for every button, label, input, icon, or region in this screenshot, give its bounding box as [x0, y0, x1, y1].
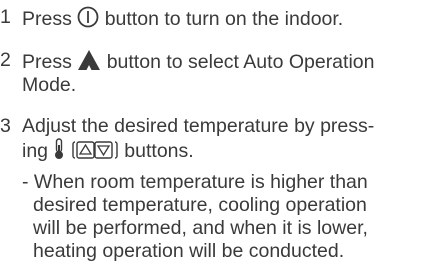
step-text-before: Press [22, 8, 72, 30]
note-line-4: heating operation will be conducted. [33, 240, 345, 262]
temperature-buttons-icon [71, 140, 119, 160]
auto-mode-icon [77, 49, 101, 71]
step-text-after: button to turn on the indoor. [104, 8, 344, 30]
note-line-2: desired temperature, cooling operation [33, 194, 367, 216]
step-number: 1 [0, 6, 11, 28]
step-text-line2: Mode. [22, 74, 77, 96]
note-line-1: - When room temperature is higher than [22, 171, 368, 193]
power-icon [77, 6, 99, 28]
thermometer-icon [53, 138, 65, 160]
note-line-3: will be performed, and when it is lower, [33, 217, 368, 239]
step-number: 2 [0, 49, 11, 71]
step-text-line2-before: ing [22, 140, 49, 162]
step-text-before: Press [22, 51, 72, 73]
operation-note: - When room temperature is higher than d… [22, 171, 368, 263]
instruction-document: 1 Press button to turn on the indoor. 2 … [0, 0, 426, 266]
step-number: 3 [0, 115, 11, 137]
step-text-line2-after: buttons. [124, 140, 194, 162]
step-text-line1: Adjust the desired temperature by press- [22, 115, 375, 137]
step-text-after: button to select Auto Operation [106, 51, 375, 73]
